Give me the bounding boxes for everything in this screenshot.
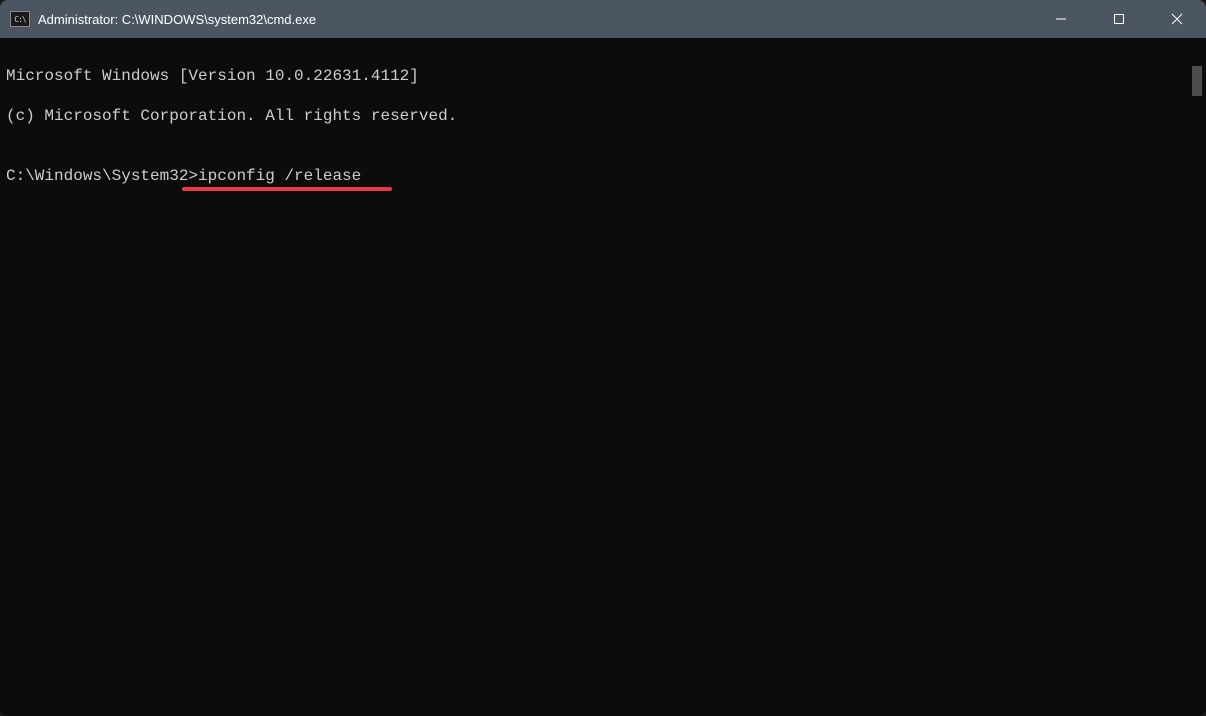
minimize-button[interactable]	[1032, 0, 1090, 38]
terminal-prompt: C:\Windows\System32>	[6, 167, 198, 185]
terminal-area: Microsoft Windows [Version 10.0.22631.41…	[0, 38, 1206, 716]
window-title: Administrator: C:\WINDOWS\system32\cmd.e…	[38, 12, 1032, 27]
cmd-window: C:\ Administrator: C:\WINDOWS\system32\c…	[0, 0, 1206, 716]
titlebar[interactable]: C:\ Administrator: C:\WINDOWS\system32\c…	[0, 0, 1206, 38]
scrollbar-track[interactable]	[1188, 38, 1206, 716]
maximize-button[interactable]	[1090, 0, 1148, 38]
terminal-command: ipconfig /release	[198, 167, 361, 185]
close-icon	[1171, 13, 1183, 25]
scrollbar-thumb[interactable]	[1192, 66, 1202, 96]
terminal-prompt-line: C:\Windows\System32>ipconfig /release	[6, 166, 361, 186]
terminal-line-copyright: (c) Microsoft Corporation. All rights re…	[6, 106, 1182, 126]
terminal-line-version: Microsoft Windows [Version 10.0.22631.41…	[6, 66, 1182, 86]
window-controls	[1032, 0, 1206, 38]
terminal-content[interactable]: Microsoft Windows [Version 10.0.22631.41…	[0, 38, 1188, 716]
cmd-icon: C:\	[10, 11, 30, 27]
maximize-icon	[1113, 13, 1125, 25]
red-underline-annotation	[182, 187, 392, 191]
minimize-icon	[1055, 13, 1067, 25]
close-button[interactable]	[1148, 0, 1206, 38]
